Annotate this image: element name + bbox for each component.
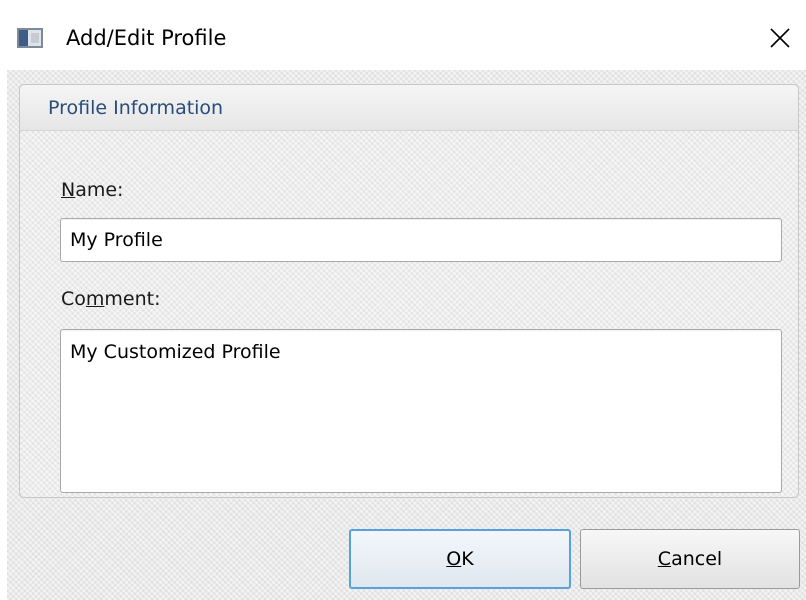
- comment-label-text-before: Co: [61, 288, 86, 310]
- comment-label-mnemonic: m: [85, 288, 105, 310]
- close-button[interactable]: [762, 20, 798, 56]
- group-header: Profile Information: [20, 85, 798, 131]
- cancel-button-text: ancel: [671, 548, 723, 570]
- comment-textarea[interactable]: My Customized Profile: [60, 329, 782, 493]
- cancel-button[interactable]: Cancel: [580, 529, 800, 589]
- name-label-mnemonic: N: [61, 179, 76, 201]
- close-icon: [770, 28, 790, 48]
- name-label-text: ame:: [75, 179, 124, 201]
- window-title: Add/Edit Profile: [66, 26, 227, 50]
- ok-button-mnemonic: O: [446, 548, 462, 570]
- ok-button-text: K: [461, 548, 474, 570]
- comment-label: Comment:: [61, 286, 161, 312]
- group-title: Profile Information: [48, 97, 224, 119]
- ok-button[interactable]: OK: [349, 529, 571, 589]
- name-input[interactable]: [60, 218, 782, 262]
- cancel-button-mnemonic: C: [657, 548, 672, 570]
- profile-information-group: Profile Information Name: Comment: My Cu…: [19, 84, 799, 498]
- comment-label-text-after: ment:: [104, 288, 161, 310]
- title-bar[interactable]: Add/Edit Profile: [0, 0, 806, 70]
- add-edit-profile-dialog: Add/Edit Profile Profile Information Nam…: [0, 0, 806, 600]
- app-window-icon: [17, 28, 43, 48]
- name-label: Name:: [61, 177, 123, 203]
- dialog-client-area: Profile Information Name: Comment: My Cu…: [7, 70, 806, 600]
